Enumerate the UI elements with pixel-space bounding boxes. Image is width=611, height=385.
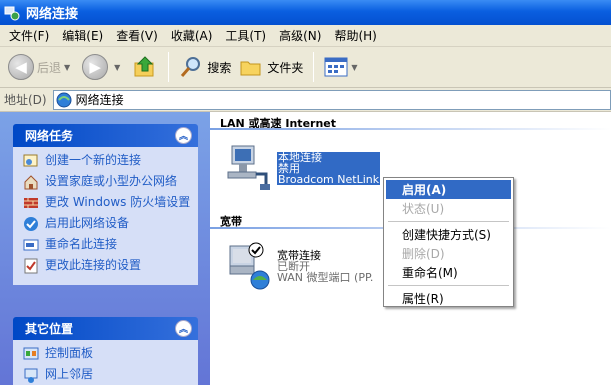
place-control-panel[interactable]: 控制面板 <box>23 346 192 362</box>
ctx-rename[interactable]: 重命名(M) <box>386 263 511 282</box>
lan-connection-label[interactable]: 本地连接 禁用 Broadcom NetLink <box>277 152 381 186</box>
ctx-properties[interactable]: 属性(R) <box>386 289 511 308</box>
folders-icon <box>240 61 261 76</box>
network-places-icon <box>24 368 38 383</box>
home-network-icon <box>24 175 38 190</box>
firewall-icon <box>24 198 38 208</box>
lan-connection-device: Broadcom NetLink <box>277 173 381 186</box>
menu-tools[interactable]: 工具(T) <box>220 27 271 44</box>
network-tasks-title: 网络任务 <box>25 129 74 143</box>
other-places-header[interactable]: 其它位置 ︽ <box>13 317 198 340</box>
folder-up-icon <box>134 56 154 77</box>
place-network-neighborhood[interactable]: 网上邻居 <box>23 367 192 383</box>
address-value: 网络连接 <box>75 93 124 107</box>
task-pane: 网络任务 ︽ 创建一个新的连接 设置家庭或小型办公网络 更改 Windows 防… <box>0 112 210 385</box>
title-bar: 网络连接 <box>0 0 611 25</box>
menu-separator <box>388 221 509 222</box>
network-tasks-header[interactable]: 网络任务 ︽ <box>13 124 198 147</box>
menu-bar: 文件(F) 编辑(E) 查看(V) 收藏(A) 工具(T) 高级(N) 帮助(H… <box>0 25 611 47</box>
new-connection-icon <box>23 154 38 167</box>
folders-button[interactable]: 文件夹 <box>235 50 307 84</box>
toolbar-separator <box>313 52 315 82</box>
network-tasks-list: 创建一个新的连接 设置家庭或小型办公网络 更改 Windows 防火墙设置 启用… <box>13 147 198 285</box>
forward-dropdown-icon[interactable]: ▼ <box>114 63 120 72</box>
search-label: 搜索 <box>207 60 232 75</box>
broadband-connection-icon[interactable] <box>226 242 270 290</box>
menu-help[interactable]: 帮助(H) <box>329 27 381 44</box>
control-panel-icon <box>23 347 39 360</box>
menu-favorites[interactable]: 收藏(A) <box>166 27 218 44</box>
collapse-icon[interactable]: ︽ <box>175 127 192 144</box>
menu-file[interactable]: 文件(F) <box>4 27 54 44</box>
search-button[interactable]: 搜索 <box>175 50 235 84</box>
back-label: 后退 <box>37 60 62 75</box>
task-home-network[interactable]: 设置家庭或小型办公网络 <box>23 174 192 190</box>
ctx-create-shortcut[interactable]: 创建快捷方式(S) <box>386 225 511 244</box>
context-menu: 启用(A) 状态(U) 创建快捷方式(S) 删除(D) 重命名(M) 属性(R) <box>383 177 514 307</box>
collapse-icon[interactable]: ︽ <box>175 320 192 337</box>
task-create-connection[interactable]: 创建一个新的连接 <box>23 153 192 169</box>
rename-icon <box>23 239 39 251</box>
broadband-connection-label[interactable]: 宽带连接 已断开 WAN 微型端口 (PP. <box>277 250 373 283</box>
views-button[interactable]: ▼ <box>320 50 365 84</box>
menu-advanced[interactable]: 高级(N) <box>274 27 326 44</box>
network-tasks-panel: 网络任务 ︽ 创建一个新的连接 设置家庭或小型办公网络 更改 Windows 防… <box>13 124 198 285</box>
back-button[interactable]: ◀ 后退 ▼ <box>4 50 78 84</box>
folders-label: 文件夹 <box>267 60 304 75</box>
forward-button[interactable]: ▶ ▼ <box>78 50 128 84</box>
address-bar: 地址(D) 网络连接 <box>0 88 611 112</box>
task-enable-device[interactable]: 启用此网络设备 <box>23 216 192 232</box>
task-change-settings[interactable]: 更改此连接的设置 <box>23 258 192 274</box>
address-field[interactable]: 网络连接 <box>52 89 611 110</box>
up-button[interactable] <box>128 50 162 84</box>
back-dropdown-icon[interactable]: ▼ <box>64 63 70 72</box>
enable-device-icon <box>24 217 38 231</box>
back-arrow-icon: ◀ <box>8 54 34 80</box>
address-label: 地址(D) <box>4 93 47 107</box>
ctx-delete[interactable]: 删除(D) <box>386 244 511 263</box>
views-dropdown-icon[interactable]: ▼ <box>351 63 357 72</box>
other-places-title: 其它位置 <box>25 322 74 336</box>
menu-separator <box>388 285 509 286</box>
menu-edit[interactable]: 编辑(E) <box>57 27 108 44</box>
menu-view[interactable]: 查看(V) <box>111 27 163 44</box>
window-title: 网络连接 <box>26 7 79 22</box>
forward-arrow-icon: ▶ <box>82 54 109 80</box>
settings-check-icon <box>24 258 38 274</box>
ctx-status[interactable]: 状态(U) <box>386 199 511 218</box>
broadband-connection-device: WAN 微型端口 (PP. <box>277 271 374 284</box>
search-icon <box>181 57 201 77</box>
lan-connection-icon[interactable] <box>226 144 270 192</box>
group-divider <box>210 128 611 130</box>
task-rename-connection[interactable]: 重命名此连接 <box>23 237 192 253</box>
other-places-list: 控制面板 网上邻居 <box>13 340 198 385</box>
task-firewall-settings[interactable]: 更改 Windows 防火墙设置 <box>23 195 192 211</box>
network-connections-icon <box>4 6 20 20</box>
network-connections-icon <box>56 92 72 107</box>
other-places-panel: 其它位置 ︽ 控制面板 网上邻居 <box>13 317 198 385</box>
toolbar: ◀ 后退 ▼ ▶ ▼ 搜索 文件夹 ▼ <box>0 47 611 88</box>
ctx-enable[interactable]: 启用(A) <box>386 180 511 199</box>
toolbar-separator <box>168 52 170 82</box>
views-icon <box>324 57 348 77</box>
